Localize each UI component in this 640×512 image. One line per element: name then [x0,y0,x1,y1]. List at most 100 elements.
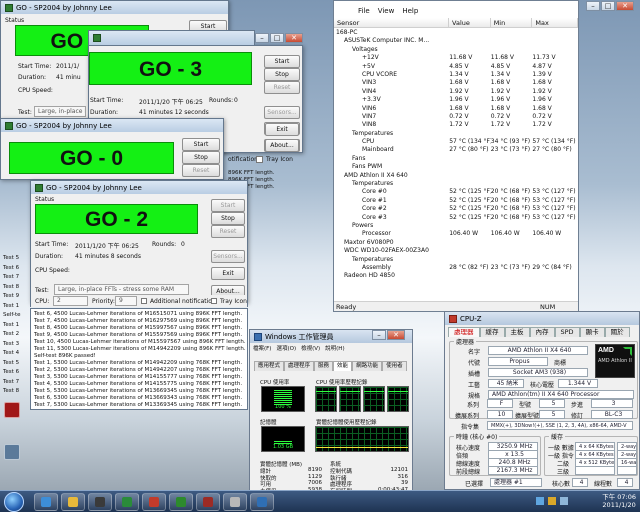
sensor-row[interactable]: VIN3 1.68 V 1.68 V 1.68 V [334,79,578,87]
menu-help[interactable]: 說明(H) [325,344,344,352]
cpu-select[interactable]: 2 [53,296,88,306]
tab-applications[interactable]: 應用程式 [254,361,285,371]
sensor-row[interactable]: Mainboard 27 °C (80 °F) 23 °C (73 °F) 27 °C… [334,146,578,154]
stop-button[interactable]: Stop [182,151,220,164]
sensor-row[interactable]: Processor 106.40 W 106.40 W 106.40 W [334,230,578,238]
clock[interactable]: 下午 07:06 2011/1/20 [602,493,636,509]
col-value[interactable]: Value [449,18,491,27]
priority-select[interactable]: 9 [115,296,137,306]
reset-button[interactable]: Reset [211,225,245,238]
tray-icon-checkbox[interactable] [256,156,263,163]
sensor-row[interactable]: Voltages [334,46,578,54]
sensor-row[interactable]: Fans PWM [334,163,578,171]
maximize-icon[interactable]: □ [601,1,615,11]
col-max[interactable]: Max [532,18,579,27]
taskbar-app-icon[interactable] [115,493,139,511]
sensor-row[interactable]: VIN8 1.72 V 1.72 V 1.72 V [334,121,578,129]
taskbar-app-icon[interactable] [250,493,274,511]
tray-icon[interactable] [536,497,544,505]
start-button[interactable]: Start [182,138,220,151]
menu-file[interactable]: 檔案(F) [253,344,271,352]
sensor-row[interactable]: VIN6 1.68 V 1.68 V 1.68 V [334,105,578,113]
reset-button[interactable]: Reset [182,164,220,177]
minimize-icon[interactable]: – [255,33,269,43]
maximize-icon[interactable]: □ [270,33,284,43]
tab-cache[interactable]: 緩存 [479,327,505,337]
menu-file[interactable]: File [358,7,370,15]
taskbar-app-icon[interactable] [88,493,112,511]
tray-icon[interactable] [548,497,556,505]
close-icon[interactable]: ✕ [616,1,634,11]
sensor-row[interactable]: CPU VCORE 1.34 V 1.34 V 1.39 V [334,71,578,79]
taskbar-app-icon[interactable] [61,493,85,511]
sensor-row[interactable]: +5V 4.85 V 4.85 V 4.87 V [334,63,578,71]
menu-help[interactable]: Help [402,7,418,15]
sensor-row[interactable]: Radeon HD 4850 [334,272,578,280]
sensor-row[interactable]: WDC WD10-02FAEX-00Z3A0 [334,247,578,255]
tab-processes[interactable]: 處理程序 [284,361,315,371]
menu-view[interactable]: 檢視(V) [301,344,320,352]
tab-mainboard[interactable]: 主板 [504,327,530,337]
col-min[interactable]: Min [491,18,533,27]
sensor-row[interactable]: Maxtor 6V080P0 [334,239,578,247]
tab-graphics[interactable]: 顯卡 [579,327,605,337]
sensor-row[interactable]: ASUSTeK Computer INC. M... [334,37,578,45]
processor-select[interactable]: 處理器 #1 [490,478,542,487]
sensor-row[interactable]: +3.3V 1.96 V 1.96 V 1.96 V [334,96,578,104]
sensor-row[interactable]: AMD Athlon II X4 640 [334,172,578,180]
test-select[interactable]: Large, in-place FFTs - stress some RAM [54,284,189,295]
close-icon[interactable]: ✕ [285,33,303,43]
start-button[interactable]: Start [211,199,245,212]
tab-spd[interactable]: SPD [554,327,580,337]
exit-button[interactable]: Exit [265,123,299,136]
sensor-row[interactable]: VIN7 0.72 V 0.72 V 0.72 V [334,113,578,121]
sensor-row[interactable]: VIN4 1.92 V 1.92 V 1.92 V [334,88,578,96]
sensor-row[interactable]: Core #3 52 °C (125 °F) 20 °C (68 °F) 53 °C … [334,214,578,222]
notification-checkbox[interactable] [141,298,147,304]
sensor-row[interactable]: Core #2 52 °C (125 °F) 20 °C (68 °F) 53 °C … [334,205,578,213]
sensor-row[interactable]: Core #1 52 °C (125 °F) 20 °C (68 °F) 53 °C … [334,197,578,205]
sensor-row[interactable]: Temperatures [334,180,578,188]
about-button[interactable]: About... [265,139,299,152]
tray-icon-checkbox[interactable] [211,298,217,304]
sensor-row[interactable]: Core #0 52 °C (125 °F) 20 °C (68 °F) 53 °C … [334,188,578,196]
taskbar-app-icon[interactable] [223,493,247,511]
desktop-icon[interactable] [4,444,20,460]
sensor-row[interactable]: Assembly 28 °C (82 °F) 23 °C (73 °F) 29 °C … [334,264,578,272]
sensor-row[interactable]: Powers [334,222,578,230]
minimize-icon[interactable]: – [372,330,386,340]
start-button-icon[interactable] [4,492,24,512]
stop-button[interactable]: Stop [264,68,300,81]
start-button[interactable]: Start [264,55,300,68]
stop-button[interactable]: Stop [211,212,245,225]
volume-icon[interactable] [560,497,568,505]
reset-button[interactable]: Reset [264,81,300,94]
taskbar-app-icon[interactable] [34,493,58,511]
tab-about[interactable]: 關於 [604,327,630,337]
sensor-row[interactable]: CPU 57 °C (134 °F) 34 °C (93 °F) 57 °C (134… [334,138,578,146]
exit-button[interactable]: Exit [211,267,245,280]
tab-memory[interactable]: 內存 [529,327,555,337]
close-icon[interactable]: ✕ [387,330,405,340]
sensor-row[interactable]: Temperatures [334,256,578,264]
taskbar-app-icon[interactable] [169,493,193,511]
taskbar-app-icon[interactable] [196,493,220,511]
sensor-row[interactable]: +12V 11.68 V 11.68 V 11.73 V [334,54,578,62]
test-select[interactable]: Large, in-place FF [34,106,86,117]
tab-performance[interactable]: 效能 [333,361,353,371]
menu-view[interactable]: View [378,7,395,15]
sensors-button[interactable]: Sensors... [264,106,300,119]
tab-processor[interactable]: 處理器 [448,327,480,337]
col-sensor[interactable]: Sensor [334,18,450,27]
tab-networking[interactable]: 網路功能 [352,361,383,371]
tab-users[interactable]: 使用者 [382,361,407,371]
tab-services[interactable]: 服務 [314,361,334,371]
taskbar-app-icon[interactable] [142,493,166,511]
menu-options[interactable]: 選項(O) [276,344,296,352]
sensor-row[interactable]: Fans [334,155,578,163]
minimize-icon[interactable]: – [586,1,600,11]
duration-value: 41 minutes 8 seconds [75,253,141,260]
sensors-button[interactable]: Sensors... [211,250,245,263]
sensor-row[interactable]: Temperatures [334,130,578,138]
sensor-row[interactable]: 168-PC [334,29,578,37]
